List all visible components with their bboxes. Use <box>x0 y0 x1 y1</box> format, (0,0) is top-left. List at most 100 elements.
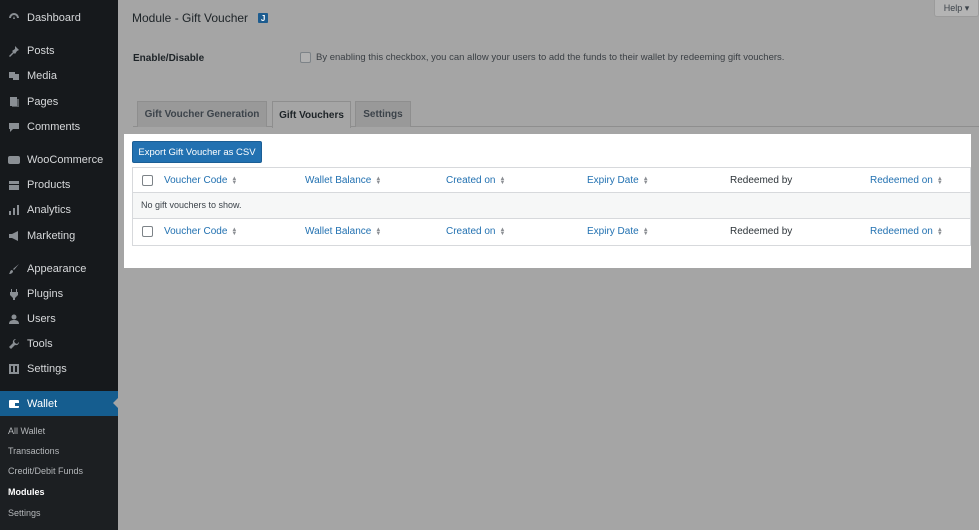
wrench-icon <box>8 338 20 350</box>
submenu-transactions[interactable]: Transactions <box>8 446 59 456</box>
col-voucher-code-footer[interactable]: Voucher Code ▲ ▼ <box>164 226 237 237</box>
products-icon <box>8 179 20 191</box>
col-redeemed-on-footer[interactable]: Redeemed on ▲ ▼ <box>870 226 943 237</box>
pages-icon <box>8 96 20 108</box>
menu-products[interactable]: Products <box>0 173 118 197</box>
menu-media[interactable]: Media <box>0 64 118 88</box>
empty-message: No gift vouchers to show. <box>141 200 242 210</box>
media-icon <box>8 70 20 82</box>
menu-label: Settings <box>27 363 67 375</box>
export-csv-button[interactable]: Export Gift Voucher as CSV <box>132 141 262 163</box>
enable-checkbox[interactable] <box>300 52 311 63</box>
menu-settings[interactable]: Settings <box>0 357 118 381</box>
active-menu-arrow <box>113 398 118 408</box>
menu-appearance[interactable]: Appearance <box>0 257 118 281</box>
col-redeemed-by-footer: Redeemed by <box>730 226 792 237</box>
submenu-all-wallet[interactable]: All Wallet <box>8 426 45 436</box>
col-label: Created on <box>446 175 496 186</box>
menu-label: Pages <box>27 96 59 108</box>
menu-label: Analytics <box>27 204 72 216</box>
col-label: Wallet Balance <box>305 175 372 186</box>
menu-posts[interactable]: Posts <box>0 39 118 63</box>
menu-label: Users <box>27 313 56 325</box>
submenu-settings[interactable]: Settings <box>8 508 41 518</box>
col-created-on-footer[interactable]: Created on ▲ ▼ <box>446 226 505 237</box>
col-label: Redeemed by <box>730 175 793 186</box>
sort-icon: ▲ ▼ <box>936 175 943 186</box>
menu-label: WooCommerce <box>27 154 104 166</box>
dashboard-icon <box>8 12 20 24</box>
menu-woocommerce[interactable]: WooCommerce <box>0 148 118 172</box>
col-redeemed-by: Redeemed by <box>730 175 792 186</box>
menu-analytics[interactable]: Analytics <box>0 198 118 222</box>
enable-disable-label: Enable/Disable <box>133 53 205 64</box>
wallet-submenu: All Wallet Transactions Credit/Debit Fun… <box>0 416 118 530</box>
comments-icon <box>8 121 20 133</box>
col-label: Redeemed on <box>870 226 933 237</box>
brush-icon <box>8 263 20 275</box>
col-label: Voucher Code <box>164 175 228 186</box>
sort-icon: ▲ ▼ <box>499 175 506 186</box>
menu-label: Products <box>27 179 71 191</box>
col-label: Expiry Date <box>587 226 639 237</box>
col-label: Created on <box>446 226 496 237</box>
sort-icon: ▲ ▼ <box>375 175 382 186</box>
woocommerce-icon <box>8 154 20 166</box>
menu-label: Posts <box>27 45 55 57</box>
menu-wallet[interactable]: Wallet <box>0 391 118 416</box>
col-created-on[interactable]: Created on ▲ ▼ <box>446 175 505 186</box>
menu-label: Wallet <box>27 397 58 410</box>
col-wallet-balance-footer[interactable]: Wallet Balance ▲ ▼ <box>305 226 381 237</box>
sort-icon: ▲ ▼ <box>375 226 382 237</box>
menu-pages[interactable]: Pages <box>0 90 118 114</box>
col-wallet-balance[interactable]: Wallet Balance ▲ ▼ <box>305 175 381 186</box>
col-label: Wallet Balance <box>305 226 372 237</box>
col-expiry-date[interactable]: Expiry Date ▲ ▼ <box>587 175 649 186</box>
col-label: Expiry Date <box>587 175 639 186</box>
submenu-credit-debit[interactable]: Credit/Debit Funds <box>8 466 83 476</box>
page-title: Module - Gift Voucher J <box>132 11 269 25</box>
analytics-icon <box>8 204 20 216</box>
menu-label: Dashboard <box>27 12 81 24</box>
sort-icon: ▲ ▼ <box>642 175 649 186</box>
col-label: Redeemed on <box>870 175 933 186</box>
col-voucher-code[interactable]: Voucher Code ▲ ▼ <box>164 175 237 186</box>
col-expiry-date-footer[interactable]: Expiry Date ▲ ▼ <box>587 226 649 237</box>
submenu-modules[interactable]: Modules <box>8 487 45 497</box>
gift-vouchers-panel: Export Gift Voucher as CSV Voucher Code ▲… <box>124 134 971 268</box>
menu-tools[interactable]: Tools <box>0 332 118 356</box>
menu-dashboard[interactable]: Dashboard <box>0 6 118 30</box>
sort-icon: ▲ ▼ <box>231 226 238 237</box>
help-tab-button[interactable]: Help ▾ <box>934 0 979 17</box>
col-label: Voucher Code <box>164 226 228 237</box>
menu-label: Comments <box>27 121 81 133</box>
menu-comments[interactable]: Comments <box>0 115 118 139</box>
menu-label: Tools <box>27 338 53 350</box>
plugin-icon <box>8 288 20 300</box>
col-label: Redeemed by <box>730 226 793 237</box>
select-all-checkbox[interactable] <box>142 175 153 186</box>
sort-icon: ▲ ▼ <box>642 226 649 237</box>
table-footer-row: Voucher Code ▲ ▼ Wallet Balance ▲ ▼ Created … <box>132 219 971 246</box>
menu-plugins[interactable]: Plugins <box>0 282 118 306</box>
menu-marketing[interactable]: Marketing <box>0 224 118 248</box>
menu-label: Marketing <box>27 230 76 242</box>
pin-icon <box>8 45 20 57</box>
users-icon <box>8 313 20 325</box>
col-redeemed-on[interactable]: Redeemed on ▲ ▼ <box>870 175 943 186</box>
admin-sidebar: Dashboard Posts Media Pages Comments Woo… <box>0 0 118 530</box>
select-all-checkbox-footer[interactable] <box>142 226 153 237</box>
menu-label: Appearance <box>27 263 87 275</box>
page-title-text: Module - Gift Voucher <box>132 11 249 25</box>
sort-icon: ▲ ▼ <box>936 226 943 237</box>
menu-users[interactable]: Users <box>0 307 118 331</box>
enable-description: By enabling this checkbox, you can allow… <box>316 52 785 63</box>
wallet-icon <box>8 398 20 410</box>
title-badge-icon: J <box>258 13 269 23</box>
tab-gift-vouchers[interactable]: Gift Vouchers <box>272 101 351 128</box>
sort-icon: ▲ ▼ <box>499 226 506 237</box>
tab-settings[interactable]: Settings <box>355 101 411 127</box>
tab-gift-voucher-generation[interactable]: Gift Voucher Generation <box>137 101 267 127</box>
menu-label: Media <box>27 70 57 82</box>
table-header-row: Voucher Code ▲ ▼ Wallet Balance ▲ ▼ Created … <box>132 167 971 193</box>
